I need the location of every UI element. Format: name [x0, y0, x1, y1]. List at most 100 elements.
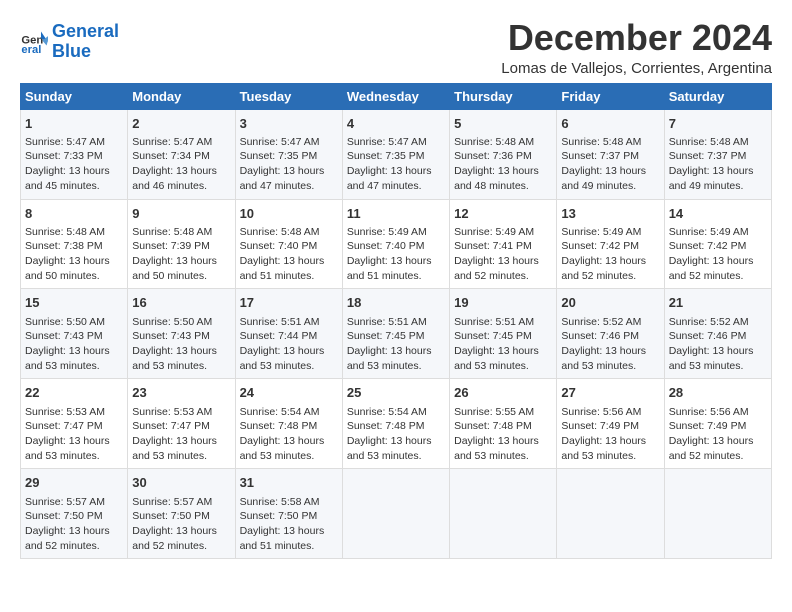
month-title: December 2024 — [501, 18, 772, 58]
logo-text-line2: Blue — [52, 42, 119, 62]
daylight-text: Daylight: 13 hours and 51 minutes. — [347, 255, 432, 282]
sunrise-text: Sunrise: 5:53 AM — [132, 406, 212, 418]
sunrise-text: Sunrise: 5:51 AM — [347, 316, 427, 328]
sunset-text: Sunset: 7:42 PM — [669, 240, 747, 252]
day-number: 1 — [25, 115, 123, 133]
sunset-text: Sunset: 7:50 PM — [240, 510, 318, 522]
calendar-cell-day-10: 10Sunrise: 5:48 AMSunset: 7:40 PMDayligh… — [235, 199, 342, 289]
calendar-cell-day-15: 15Sunrise: 5:50 AMSunset: 7:43 PMDayligh… — [21, 289, 128, 379]
calendar-row-3: 15Sunrise: 5:50 AMSunset: 7:43 PMDayligh… — [21, 289, 772, 379]
day-number: 16 — [132, 294, 230, 312]
header-monday: Monday — [128, 83, 235, 109]
calendar-cell-day-5: 5Sunrise: 5:48 AMSunset: 7:36 PMDaylight… — [450, 109, 557, 199]
sunset-text: Sunset: 7:50 PM — [132, 510, 210, 522]
calendar-row-2: 8Sunrise: 5:48 AMSunset: 7:38 PMDaylight… — [21, 199, 772, 289]
title-area: December 2024 Lomas de Vallejos, Corrien… — [501, 18, 772, 77]
sunset-text: Sunset: 7:47 PM — [25, 420, 103, 432]
sunset-text: Sunset: 7:49 PM — [669, 420, 747, 432]
day-number: 26 — [454, 384, 552, 402]
day-number: 5 — [454, 115, 552, 133]
daylight-text: Daylight: 13 hours and 53 minutes. — [347, 345, 432, 372]
calendar-cell-day-9: 9Sunrise: 5:48 AMSunset: 7:39 PMDaylight… — [128, 199, 235, 289]
sunset-text: Sunset: 7:39 PM — [132, 240, 210, 252]
sunrise-text: Sunrise: 5:53 AM — [25, 406, 105, 418]
daylight-text: Daylight: 13 hours and 53 minutes. — [132, 345, 217, 372]
sunrise-text: Sunrise: 5:48 AM — [454, 136, 534, 148]
calendar-cell-day-19: 19Sunrise: 5:51 AMSunset: 7:45 PMDayligh… — [450, 289, 557, 379]
sunrise-text: Sunrise: 5:48 AM — [669, 136, 749, 148]
daylight-text: Daylight: 13 hours and 52 minutes. — [669, 435, 754, 462]
sunset-text: Sunset: 7:50 PM — [25, 510, 103, 522]
header-wednesday: Wednesday — [342, 83, 449, 109]
sunset-text: Sunset: 7:40 PM — [347, 240, 425, 252]
header-sunday: Sunday — [21, 83, 128, 109]
daylight-text: Daylight: 13 hours and 53 minutes. — [669, 345, 754, 372]
daylight-text: Daylight: 13 hours and 53 minutes. — [240, 435, 325, 462]
day-number: 8 — [25, 205, 123, 223]
sunrise-text: Sunrise: 5:47 AM — [132, 136, 212, 148]
sunset-text: Sunset: 7:37 PM — [669, 150, 747, 162]
sunset-text: Sunset: 7:46 PM — [669, 330, 747, 342]
calendar-cell-day-11: 11Sunrise: 5:49 AMSunset: 7:40 PMDayligh… — [342, 199, 449, 289]
sunset-text: Sunset: 7:44 PM — [240, 330, 318, 342]
calendar-cell-empty — [664, 469, 771, 559]
calendar-cell-day-17: 17Sunrise: 5:51 AMSunset: 7:44 PMDayligh… — [235, 289, 342, 379]
calendar-cell-day-30: 30Sunrise: 5:57 AMSunset: 7:50 PMDayligh… — [128, 469, 235, 559]
daylight-text: Daylight: 13 hours and 53 minutes. — [561, 435, 646, 462]
calendar-cell-day-13: 13Sunrise: 5:49 AMSunset: 7:42 PMDayligh… — [557, 199, 664, 289]
sunrise-text: Sunrise: 5:52 AM — [669, 316, 749, 328]
sunrise-text: Sunrise: 5:49 AM — [454, 226, 534, 238]
day-number: 14 — [669, 205, 767, 223]
calendar-cell-day-8: 8Sunrise: 5:48 AMSunset: 7:38 PMDaylight… — [21, 199, 128, 289]
calendar-cell-day-28: 28Sunrise: 5:56 AMSunset: 7:49 PMDayligh… — [664, 379, 771, 469]
calendar-row-1: 1Sunrise: 5:47 AMSunset: 7:33 PMDaylight… — [21, 109, 772, 199]
sunrise-text: Sunrise: 5:54 AM — [240, 406, 320, 418]
daylight-text: Daylight: 13 hours and 46 minutes. — [132, 165, 217, 192]
day-number: 19 — [454, 294, 552, 312]
day-number: 12 — [454, 205, 552, 223]
sunset-text: Sunset: 7:36 PM — [454, 150, 532, 162]
sunrise-text: Sunrise: 5:57 AM — [25, 496, 105, 508]
day-number: 25 — [347, 384, 445, 402]
day-number: 10 — [240, 205, 338, 223]
daylight-text: Daylight: 13 hours and 53 minutes. — [240, 345, 325, 372]
daylight-text: Daylight: 13 hours and 53 minutes. — [454, 435, 539, 462]
day-number: 27 — [561, 384, 659, 402]
day-number: 17 — [240, 294, 338, 312]
calendar-header-row: Sunday Monday Tuesday Wednesday Thursday… — [21, 83, 772, 109]
sunrise-text: Sunrise: 5:47 AM — [347, 136, 427, 148]
day-number: 30 — [132, 474, 230, 492]
calendar-cell-empty — [450, 469, 557, 559]
sunset-text: Sunset: 7:46 PM — [561, 330, 639, 342]
day-number: 28 — [669, 384, 767, 402]
sunset-text: Sunset: 7:41 PM — [454, 240, 532, 252]
calendar-cell-day-27: 27Sunrise: 5:56 AMSunset: 7:49 PMDayligh… — [557, 379, 664, 469]
daylight-text: Daylight: 13 hours and 47 minutes. — [347, 165, 432, 192]
calendar-row-4: 22Sunrise: 5:53 AMSunset: 7:47 PMDayligh… — [21, 379, 772, 469]
calendar-cell-day-31: 31Sunrise: 5:58 AMSunset: 7:50 PMDayligh… — [235, 469, 342, 559]
daylight-text: Daylight: 13 hours and 53 minutes. — [25, 345, 110, 372]
sunrise-text: Sunrise: 5:47 AM — [25, 136, 105, 148]
calendar-cell-day-18: 18Sunrise: 5:51 AMSunset: 7:45 PMDayligh… — [342, 289, 449, 379]
sunset-text: Sunset: 7:38 PM — [25, 240, 103, 252]
sunset-text: Sunset: 7:49 PM — [561, 420, 639, 432]
sunrise-text: Sunrise: 5:58 AM — [240, 496, 320, 508]
day-number: 2 — [132, 115, 230, 133]
calendar-cell-day-7: 7Sunrise: 5:48 AMSunset: 7:37 PMDaylight… — [664, 109, 771, 199]
calendar-cell-empty — [342, 469, 449, 559]
calendar-cell-day-23: 23Sunrise: 5:53 AMSunset: 7:47 PMDayligh… — [128, 379, 235, 469]
calendar-cell-day-2: 2Sunrise: 5:47 AMSunset: 7:34 PMDaylight… — [128, 109, 235, 199]
sunrise-text: Sunrise: 5:55 AM — [454, 406, 534, 418]
calendar-row-5: 29Sunrise: 5:57 AMSunset: 7:50 PMDayligh… — [21, 469, 772, 559]
header-tuesday: Tuesday — [235, 83, 342, 109]
sunset-text: Sunset: 7:45 PM — [347, 330, 425, 342]
header-saturday: Saturday — [664, 83, 771, 109]
svg-text:eral: eral — [21, 44, 41, 56]
calendar-cell-day-25: 25Sunrise: 5:54 AMSunset: 7:48 PMDayligh… — [342, 379, 449, 469]
day-number: 29 — [25, 474, 123, 492]
calendar-cell-day-3: 3Sunrise: 5:47 AMSunset: 7:35 PMDaylight… — [235, 109, 342, 199]
logo: Gen eral General Blue — [20, 22, 119, 62]
day-number: 6 — [561, 115, 659, 133]
daylight-text: Daylight: 13 hours and 47 minutes. — [240, 165, 325, 192]
daylight-text: Daylight: 13 hours and 50 minutes. — [25, 255, 110, 282]
